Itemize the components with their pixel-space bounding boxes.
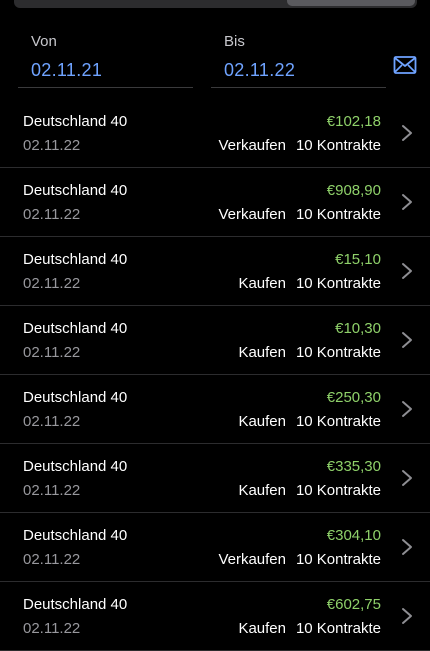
segmented-control[interactable] <box>14 0 417 8</box>
transaction-date: 02.11.22 <box>23 482 81 499</box>
transaction-list: Deutschland 40 02.11.22 €102,18 Verkaufen 10… <box>0 99 430 651</box>
date-to-field[interactable]: Bis 02.11.22 <box>211 32 386 88</box>
transaction-row[interactable]: Deutschland 40 02.11.22 €335,30 Kaufen 10 Ko… <box>0 444 430 513</box>
transaction-side: Verkaufen <box>218 206 286 223</box>
transaction-contracts: 10 Kontrakte <box>295 482 381 499</box>
transaction-date: 02.11.22 <box>23 137 81 154</box>
chevron-right-icon[interactable] <box>401 193 413 211</box>
transaction-amount: €602,75 <box>326 596 381 613</box>
date-from-underline <box>18 87 193 88</box>
chevron-right-icon[interactable] <box>401 124 413 142</box>
instrument-name: Deutschland 40 <box>23 320 128 337</box>
date-to-label: Bis <box>224 33 245 50</box>
transaction-amount: €335,30 <box>326 458 381 475</box>
instrument-name: Deutschland 40 <box>23 458 128 475</box>
transaction-contracts: 10 Kontrakte <box>295 344 381 361</box>
instrument-name: Deutschland 40 <box>23 389 128 406</box>
chevron-right-icon[interactable] <box>401 331 413 349</box>
transaction-row[interactable]: Deutschland 40 02.11.22 €304,10 Verkaufen 10… <box>0 513 430 582</box>
transaction-contracts: 10 Kontrakte <box>295 137 381 154</box>
transaction-contracts: 10 Kontrakte <box>295 413 381 430</box>
chevron-right-icon[interactable] <box>401 538 413 556</box>
transaction-amount: €250,30 <box>326 389 381 406</box>
instrument-name: Deutschland 40 <box>23 182 128 199</box>
transaction-row[interactable]: Deutschland 40 02.11.22 €10,30 Kaufen 10 Kon… <box>0 306 430 375</box>
date-from-value[interactable]: 02.11.21 <box>18 58 193 82</box>
date-from-field[interactable]: Von 02.11.21 <box>18 32 193 88</box>
chevron-right-icon[interactable] <box>401 607 413 625</box>
transaction-amount: €304,10 <box>326 527 381 544</box>
segmented-control-active-segment[interactable] <box>287 0 415 6</box>
instrument-name: Deutschland 40 <box>23 596 128 613</box>
instrument-name: Deutschland 40 <box>23 113 128 130</box>
transaction-side: Kaufen <box>238 620 286 637</box>
date-from-label: Von <box>31 33 57 50</box>
transaction-amount: €102,18 <box>326 113 381 130</box>
transaction-contracts: 10 Kontrakte <box>295 206 381 223</box>
transaction-amount: €15,10 <box>335 251 381 268</box>
transaction-row[interactable]: Deutschland 40 02.11.22 €602,75 Kaufen 10 Ko… <box>0 582 430 651</box>
transaction-side: Kaufen <box>238 482 286 499</box>
transaction-contracts: 10 Kontrakte <box>295 551 381 568</box>
chevron-right-icon[interactable] <box>401 469 413 487</box>
transaction-side: Kaufen <box>238 344 286 361</box>
transaction-side: Verkaufen <box>218 137 286 154</box>
transaction-date: 02.11.22 <box>23 413 81 430</box>
chevron-right-icon[interactable] <box>401 262 413 280</box>
transaction-amount: €10,30 <box>335 320 381 337</box>
transaction-contracts: 10 Kontrakte <box>295 275 381 292</box>
transaction-row[interactable]: Deutschland 40 02.11.22 €15,10 Kaufen 10 Kon… <box>0 237 430 306</box>
envelope-icon[interactable] <box>393 55 417 75</box>
transaction-side: Verkaufen <box>218 551 286 568</box>
transaction-date: 02.11.22 <box>23 620 81 637</box>
date-to-value[interactable]: 02.11.22 <box>211 58 386 82</box>
instrument-name: Deutschland 40 <box>23 251 128 268</box>
transaction-date: 02.11.22 <box>23 275 81 292</box>
transaction-date: 02.11.22 <box>23 551 81 568</box>
transaction-contracts: 10 Kontrakte <box>295 620 381 637</box>
transaction-date: 02.11.22 <box>23 206 81 223</box>
transaction-side: Kaufen <box>238 413 286 430</box>
transaction-row[interactable]: Deutschland 40 02.11.22 €102,18 Verkaufen 10… <box>0 99 430 168</box>
transaction-amount: €908,90 <box>326 182 381 199</box>
instrument-name: Deutschland 40 <box>23 527 128 544</box>
transaction-row[interactable]: Deutschland 40 02.11.22 €250,30 Kaufen 10 Ko… <box>0 375 430 444</box>
transaction-side: Kaufen <box>238 275 286 292</box>
transaction-row[interactable]: Deutschland 40 02.11.22 €908,90 Verkaufen 10… <box>0 168 430 237</box>
chevron-right-icon[interactable] <box>401 400 413 418</box>
date-to-underline <box>211 87 386 88</box>
transaction-date: 02.11.22 <box>23 344 81 361</box>
